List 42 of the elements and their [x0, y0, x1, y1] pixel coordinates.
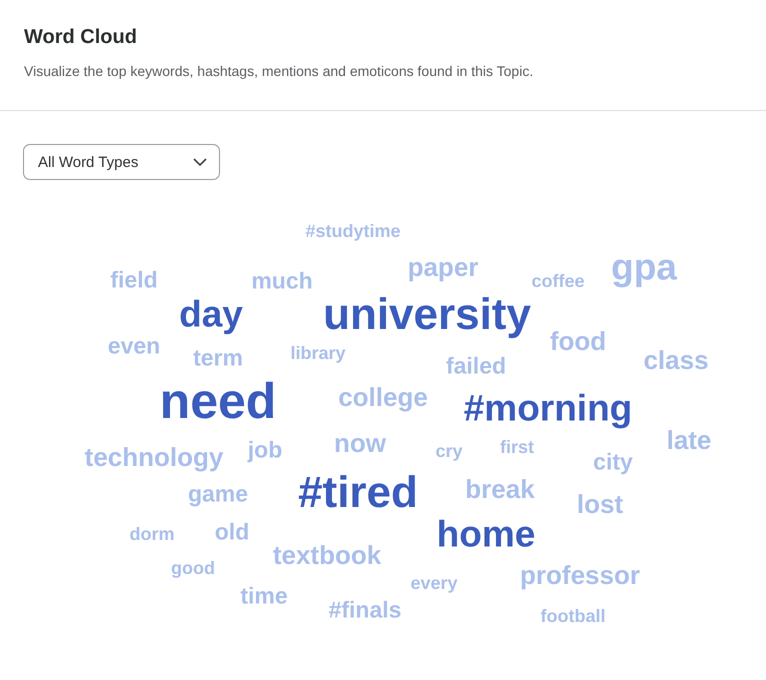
cloud-word[interactable]: need [160, 376, 276, 426]
cloud-word[interactable]: time [240, 584, 288, 608]
cloud-word[interactable]: cry [435, 442, 463, 460]
chevron-down-icon [193, 158, 207, 166]
cloud-word[interactable]: food [550, 328, 606, 354]
cloud-word[interactable]: #morning [464, 390, 632, 426]
cloud-word[interactable]: day [179, 296, 243, 332]
cloud-word[interactable]: city [593, 450, 633, 474]
cloud-word[interactable]: college [338, 384, 428, 410]
panel-description: Visualize the top keywords, hashtags, mentions and emoticons found in this Topic. [24, 63, 534, 79]
cloud-word[interactable]: every [410, 574, 458, 592]
cloud-word[interactable]: term [193, 346, 243, 370]
cloud-word[interactable]: late [666, 427, 712, 453]
cloud-word[interactable]: good [171, 559, 215, 577]
cloud-word[interactable]: #tired [298, 471, 418, 515]
cloud-word[interactable]: textbook [272, 542, 382, 568]
cloud-word[interactable]: dorm [130, 525, 174, 543]
cloud-word[interactable]: football [540, 607, 606, 625]
panel-title: Word Cloud [24, 26, 138, 49]
cloud-word[interactable]: #finals [328, 598, 402, 622]
cloud-word[interactable]: home [436, 516, 536, 552]
cloud-word[interactable]: library [290, 344, 346, 362]
cloud-word[interactable]: job [248, 438, 282, 462]
cloud-word[interactable]: class [643, 347, 709, 373]
cloud-word[interactable]: field [110, 268, 158, 292]
word-type-dropdown[interactable]: All Word Types [23, 144, 220, 180]
cloud-word[interactable]: even [108, 334, 160, 358]
cloud-word[interactable]: lost [576, 491, 624, 517]
cloud-word[interactable]: failed [446, 354, 506, 378]
cloud-word[interactable]: game [188, 482, 248, 506]
cloud-word[interactable]: now [334, 430, 386, 456]
cloud-word[interactable]: break [465, 476, 535, 502]
cloud-word[interactable]: first [500, 438, 534, 456]
cloud-word[interactable]: coffee [532, 272, 584, 290]
cloud-word[interactable]: old [214, 520, 250, 544]
cloud-word[interactable]: technology [84, 444, 224, 470]
cloud-word[interactable]: gpa [611, 248, 677, 286]
cloud-word[interactable]: professor [520, 562, 640, 588]
cloud-word[interactable]: university [323, 293, 531, 337]
cloud-word[interactable]: #studytime [305, 222, 401, 240]
cloud-word[interactable]: much [251, 270, 313, 292]
cloud-word[interactable]: paper [408, 254, 478, 280]
